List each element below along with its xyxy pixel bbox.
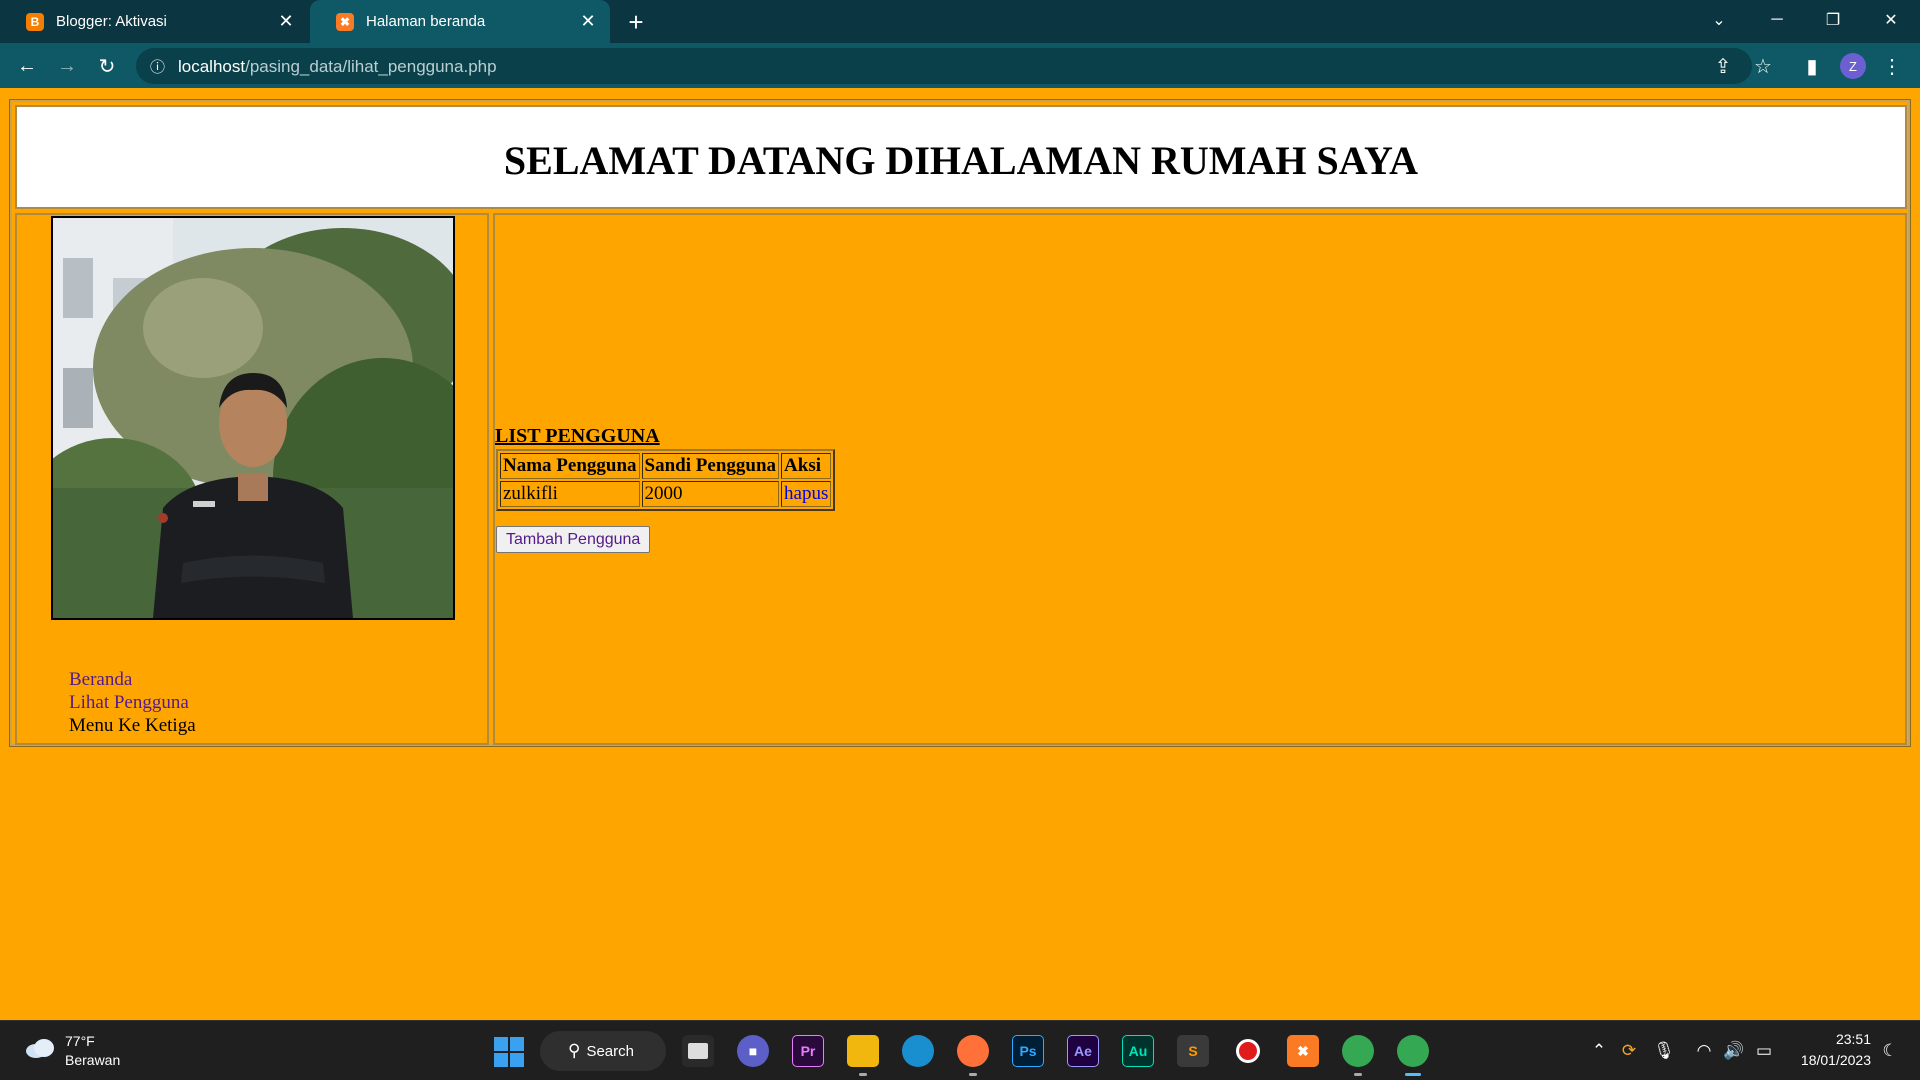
- reload-icon[interactable]: ↻: [92, 51, 122, 81]
- xampp-icon[interactable]: ✖: [1287, 1035, 1319, 1067]
- menu-item-ketiga: Menu Ke Ketiga: [69, 715, 196, 736]
- url-text[interactable]: localhost/pasing_data/lihat_pengguna.php: [178, 57, 497, 77]
- column-header-nama: Nama Pengguna: [500, 453, 640, 479]
- column-header-aksi: Aksi: [781, 453, 832, 479]
- taskbar-search[interactable]: ⚲ Search: [540, 1031, 666, 1071]
- url-host: localhost: [178, 57, 246, 76]
- clock-time[interactable]: 23:51: [1833, 1031, 1871, 1047]
- after-effects-icon[interactable]: Ae: [1067, 1035, 1099, 1067]
- search-icon: ⚲: [568, 1041, 581, 1060]
- sidebar-cell: Beranda Lihat Pengguna Menu Ke Ketiga: [15, 213, 489, 745]
- chrome-active-icon[interactable]: [1397, 1035, 1429, 1076]
- address-bar[interactable]: ⓘ localhost/pasing_data/lihat_pengguna.p…: [136, 48, 1752, 84]
- microphone-icon[interactable]: 🎙: [1652, 1039, 1676, 1063]
- main-content-cell: LIST PENGGUNA Nama Pengguna Sandi Penggu…: [493, 213, 1907, 745]
- audition-icon[interactable]: Au: [1122, 1035, 1154, 1067]
- menu-kebab-icon[interactable]: ⋮: [1877, 51, 1907, 81]
- column-header-sandi: Sandi Pengguna: [641, 453, 780, 479]
- photoshop-icon[interactable]: Ps: [1012, 1035, 1044, 1067]
- close-icon[interactable]: ✕: [576, 10, 600, 34]
- file-explorer-icon[interactable]: [847, 1035, 879, 1076]
- hapus-link[interactable]: hapus: [784, 483, 828, 504]
- task-view-icon[interactable]: [682, 1035, 714, 1067]
- tab-halaman-beranda[interactable]: ✖ Halaman beranda ✕: [310, 0, 610, 43]
- weather-temperature[interactable]: 77°F: [65, 1033, 95, 1049]
- sublime-text-icon[interactable]: S: [1177, 1035, 1209, 1067]
- blogger-icon: B: [26, 12, 44, 31]
- wifi-icon[interactable]: ◠: [1692, 1039, 1716, 1063]
- browser-toolbar: ← → ↻ ⓘ localhost/pasing_data/lihat_peng…: [0, 43, 1920, 88]
- header-cell: SELAMAT DATANG DIHALAMAN RUMAH SAYA: [15, 105, 1907, 209]
- profile-avatar[interactable]: Z: [1840, 53, 1866, 79]
- start-windows-icon[interactable]: [494, 1037, 524, 1067]
- tab-title: Blogger: Aktivasi: [56, 13, 167, 30]
- taskbar: 77°F Berawan ⚲ Search ■ Pr Ps Ae Au S ✖ …: [0, 1020, 1920, 1080]
- tambah-pengguna-button[interactable]: Tambah Pengguna: [496, 526, 651, 553]
- forward-icon[interactable]: →: [52, 51, 82, 81]
- bookmark-star-icon[interactable]: ☆: [1748, 51, 1778, 81]
- list-title: LIST PENGGUNA: [495, 425, 660, 447]
- table-row: zulkifli 2000 hapus: [500, 481, 832, 507]
- minimize-button[interactable]: ─: [1754, 0, 1800, 40]
- tab-search-icon[interactable]: ⌄: [1696, 0, 1742, 40]
- chevron-up-icon[interactable]: ⌃: [1587, 1039, 1611, 1063]
- sync-icon[interactable]: ⟳: [1617, 1039, 1641, 1063]
- tab-strip: B Blogger: Aktivasi ✕ ✖ Halaman beranda …: [0, 0, 1920, 43]
- restore-button[interactable]: ❐: [1810, 0, 1856, 40]
- profile-photo: [51, 216, 455, 620]
- table-header-row: Nama Pengguna Sandi Pengguna Aksi: [500, 453, 832, 479]
- clock-date[interactable]: 18/01/2023: [1793, 1052, 1871, 1068]
- close-window-button[interactable]: ✕: [1868, 0, 1914, 40]
- teams-chat-icon[interactable]: ■: [737, 1035, 769, 1067]
- user-table: Nama Pengguna Sandi Pengguna Aksi zulkif…: [496, 449, 836, 511]
- person-photo-image: [53, 218, 453, 618]
- cloud-icon[interactable]: [24, 1037, 56, 1059]
- info-icon[interactable]: ⓘ: [150, 56, 165, 77]
- chrome-icon[interactable]: [1342, 1035, 1374, 1076]
- xampp-icon: ✖: [336, 12, 354, 31]
- side-panel-icon[interactable]: ▮: [1797, 51, 1827, 81]
- menu-link-lihat-pengguna[interactable]: Lihat Pengguna: [69, 691, 196, 714]
- premiere-pro-icon[interactable]: Pr: [792, 1035, 824, 1067]
- close-icon[interactable]: ✕: [274, 10, 298, 34]
- battery-icon[interactable]: ▭: [1752, 1039, 1776, 1063]
- page-title: SELAMAT DATANG DIHALAMAN RUMAH SAYA: [503, 138, 1419, 183]
- edge-icon[interactable]: [902, 1035, 934, 1067]
- new-tab-button[interactable]: +: [622, 7, 650, 37]
- menu-link-beranda[interactable]: Beranda: [69, 668, 196, 691]
- firefox-icon[interactable]: [957, 1035, 989, 1076]
- notification-icon[interactable]: ☾: [1878, 1039, 1902, 1063]
- cell-nama: zulkifli: [500, 481, 640, 507]
- search-label: Search: [586, 1042, 634, 1060]
- sidebar-menu: Beranda Lihat Pengguna Menu Ke Ketiga: [69, 668, 196, 737]
- weather-description[interactable]: Berawan: [65, 1052, 120, 1068]
- url-path: /pasing_data/lihat_pengguna.php: [245, 57, 497, 76]
- share-icon[interactable]: ⇪: [1708, 51, 1738, 81]
- recorder-icon[interactable]: [1232, 1035, 1264, 1067]
- tab-blogger[interactable]: B Blogger: Aktivasi ✕: [0, 0, 308, 43]
- tab-title: Halaman beranda: [366, 13, 486, 30]
- cell-aksi: hapus: [781, 481, 832, 507]
- page-viewport: SELAMAT DATANG DIHALAMAN RUMAH SAYA Bera…: [0, 88, 1920, 1018]
- cell-sandi: 2000: [641, 481, 780, 507]
- volume-icon[interactable]: 🔊: [1722, 1039, 1746, 1063]
- layout-table: SELAMAT DATANG DIHALAMAN RUMAH SAYA Bera…: [9, 99, 1911, 747]
- back-icon[interactable]: ←: [12, 51, 42, 81]
